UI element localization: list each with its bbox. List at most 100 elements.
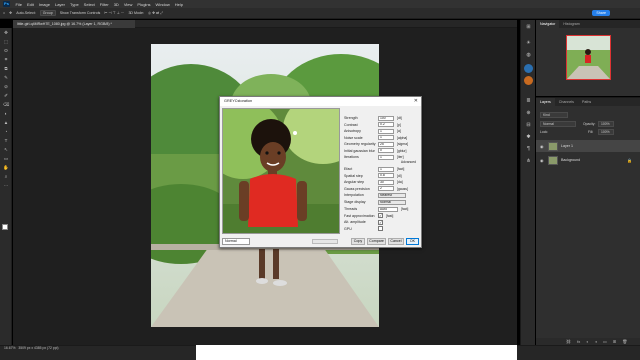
dodge-tool-icon[interactable]: ◔: [3, 129, 9, 134]
copy-button[interactable]: Copy: [351, 238, 365, 245]
fast-approximation-checkbox[interactable]: ✓: [378, 213, 383, 218]
spatial-step-input[interactable]: 0.8: [378, 173, 394, 178]
paths-icon[interactable]: ⋔: [525, 158, 532, 164]
menu-window[interactable]: Window: [153, 2, 172, 7]
healing-tool-icon[interactable]: ⊘: [3, 84, 9, 89]
delete-layer-icon[interactable]: 🗑: [622, 338, 627, 345]
tab-layers[interactable]: Layers: [536, 98, 555, 106]
color-icon[interactable]: ◍: [525, 52, 532, 58]
menu-layer[interactable]: Layer: [52, 2, 67, 7]
align-icons[interactable]: ⊢ ⊣ ⊤ ⊥ ⋯: [104, 11, 124, 15]
channels-icon[interactable]: ⊟: [525, 122, 532, 128]
move-tool-icon[interactable]: ✥: [3, 30, 9, 35]
transform-controls-checkbox[interactable]: Show Transform Controls: [60, 11, 101, 15]
hand-tool-icon[interactable]: ✋: [3, 165, 9, 170]
adjustment-layer-icon[interactable]: ◑: [595, 338, 597, 345]
menu-filter[interactable]: Filter: [97, 2, 111, 7]
strength-input[interactable]: 100: [378, 115, 394, 121]
menu-help[interactable]: Help: [172, 2, 185, 7]
share-button[interactable]: Share: [592, 10, 610, 16]
layer-row-layer-1[interactable]: ◉ Layer 1: [536, 140, 640, 152]
navigator-thumbnail[interactable]: [566, 35, 611, 80]
3d-mode-icons[interactable]: ◎ ✥ ⇄ ⤢: [148, 11, 163, 15]
libraries-icon[interactable]: ⊕: [525, 110, 532, 116]
crop-tool-icon[interactable]: ⧉: [3, 66, 9, 71]
menu-image[interactable]: Image: [36, 2, 52, 7]
gradient-tool-icon[interactable]: ◐: [3, 111, 9, 116]
lasso-tool-icon[interactable]: ʘ: [3, 48, 9, 53]
link-layers-icon[interactable]: ⛓: [566, 338, 571, 345]
tab-paths[interactable]: Paths: [578, 98, 595, 106]
geometry-regularity-input[interactable]: 25: [378, 141, 394, 147]
preview-mode-select[interactable]: Normal: [222, 238, 250, 245]
layer-row-background[interactable]: ◉ Background 🔒: [536, 154, 640, 166]
path-select-tool-icon[interactable]: ↖: [3, 147, 9, 152]
cancel-button[interactable]: Cancel: [388, 238, 404, 245]
new-layer-icon[interactable]: ⊞: [613, 338, 616, 345]
adjustments-icon[interactable]: ☀: [525, 40, 532, 46]
auto-select-dropdown[interactable]: Group: [39, 10, 56, 16]
menu-edit[interactable]: Edit: [24, 2, 36, 7]
zoom-tool-icon[interactable]: ⌕: [3, 174, 9, 179]
marquee-tool-icon[interactable]: ⬚: [3, 39, 9, 44]
opacity-input[interactable]: 100%: [598, 121, 614, 127]
advanced-section-label[interactable]: Advanced: [344, 160, 422, 165]
menu-file[interactable]: File: [13, 2, 24, 7]
angular-step-input[interactable]: 30: [378, 179, 394, 185]
fill-input[interactable]: 100%: [598, 129, 614, 135]
home-icon[interactable]: ⌂: [3, 11, 5, 15]
foreground-color-swatch[interactable]: [2, 224, 8, 230]
gauss-precision-input[interactable]: 2: [378, 186, 394, 191]
panel-toggle-icon[interactable]: ⊞: [525, 24, 532, 30]
layers-icon[interactable]: ≣: [525, 98, 532, 104]
document-tab[interactable]: little-girl-q4MRwH7E_1080.jpg @ 16.7% (L…: [13, 20, 135, 28]
mask-icon[interactable]: ◐: [586, 338, 588, 345]
initial-blur-input[interactable]: 0: [378, 148, 394, 153]
ok-button[interactable]: OK: [406, 238, 419, 245]
alt-amplitude-checkbox[interactable]: ✓: [378, 219, 383, 225]
photoshop-logo: Ps: [3, 1, 10, 7]
threads-select[interactable]: Auto: [378, 206, 398, 212]
menu-type[interactable]: Type: [68, 2, 82, 7]
blur-tool-icon[interactable]: ▲: [3, 120, 9, 125]
type-tool-icon[interactable]: T: [3, 138, 9, 143]
menu-select[interactable]: Select: [81, 2, 97, 7]
group-icon[interactable]: ▭: [603, 338, 607, 345]
close-icon[interactable]: ✕: [414, 97, 418, 106]
param-efact: Efact 1 [fact]: [344, 166, 405, 172]
paragraph-icon[interactable]: ¶: [525, 146, 532, 152]
tab-channels[interactable]: Channels: [555, 98, 578, 106]
layer-filter-kind[interactable]: Kind: [540, 112, 568, 118]
tab-histogram[interactable]: Histogram: [559, 20, 583, 28]
menu-3d[interactable]: 3D: [111, 2, 121, 7]
zoom-level[interactable]: 16.67%: [4, 346, 16, 350]
plugin-icon[interactable]: [524, 76, 533, 85]
more-tools-icon[interactable]: ⋯: [3, 183, 9, 188]
quick-select-tool-icon[interactable]: ⌗: [3, 57, 9, 62]
eyedropper-tool-icon[interactable]: ✎: [3, 75, 9, 80]
tab-navigator[interactable]: Navigator: [536, 20, 560, 28]
param-anisotropy: Anisotropy 1 [a]: [344, 128, 401, 134]
fx-icon[interactable]: fx: [577, 338, 580, 345]
visibility-eye-icon[interactable]: ◉: [540, 158, 545, 163]
menu-view[interactable]: View: [121, 2, 135, 7]
visibility-eye-icon[interactable]: ◉: [540, 144, 545, 149]
compare-button[interactable]: Compare: [367, 238, 386, 245]
menu-plugins[interactable]: Plugins: [135, 2, 153, 7]
interpolation-select[interactable]: Nearest: [378, 192, 406, 198]
blend-mode-dropdown[interactable]: Normal: [540, 121, 576, 127]
iterations-input[interactable]: 1: [378, 154, 394, 160]
brush-settings-icon[interactable]: ✱: [525, 134, 532, 140]
stage-display-select[interactable]: Normal: [378, 199, 406, 205]
shape-tool-icon[interactable]: ▭: [3, 156, 9, 161]
move-tool-icon[interactable]: ✥: [9, 11, 12, 15]
user-avatar[interactable]: [524, 64, 533, 73]
filter-preview[interactable]: [222, 108, 340, 234]
gpu-checkbox[interactable]: [378, 226, 383, 231]
contrast-input[interactable]: 0.2: [378, 122, 394, 127]
noise-scale-input[interactable]: 1: [378, 135, 394, 140]
efact-input[interactable]: 1: [378, 166, 394, 172]
anisotropy-input[interactable]: 1: [378, 128, 394, 134]
eraser-tool-icon[interactable]: ⌫: [3, 102, 9, 107]
brush-tool-icon[interactable]: ✐: [3, 93, 9, 98]
